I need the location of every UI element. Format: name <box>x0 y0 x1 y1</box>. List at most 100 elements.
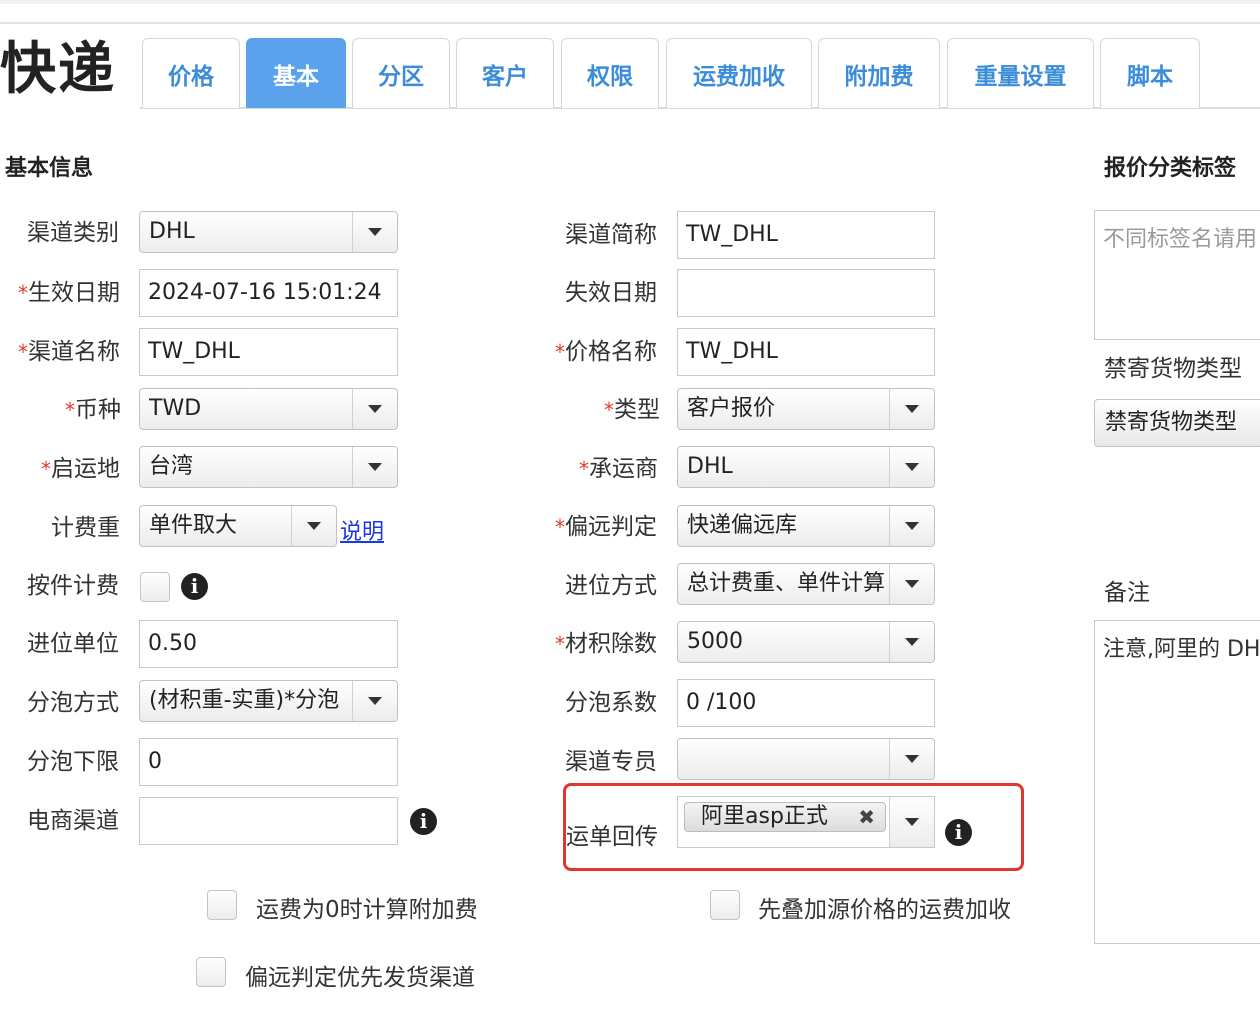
chevron-down-icon <box>291 506 336 546</box>
page-title: 快递 <box>0 37 116 102</box>
carrier-select[interactable]: DHL <box>677 446 935 488</box>
required-mark: * <box>555 340 565 364</box>
stack-source-price-label: 先叠加源价格的运费加收 <box>758 897 1011 923</box>
bubble-method-select[interactable]: (材积重-实重)*分泡 <box>139 680 398 722</box>
rounding-unit-input[interactable]: 0.50 <box>139 620 398 668</box>
required-mark: * <box>555 515 565 539</box>
channel-type-select[interactable]: DHL <box>139 211 398 253</box>
expiry-date-input[interactable] <box>677 269 935 317</box>
surcharge-when-zero-label: 运费为0时计算附加费 <box>256 897 478 923</box>
tab-freight-surcharge[interactable]: 运费加收 <box>666 38 812 108</box>
chevron-down-icon <box>889 389 934 429</box>
type-label: *类型 <box>604 395 660 425</box>
tab-customer[interactable]: 客户 <box>456 38 554 108</box>
tab-script[interactable]: 脚本 <box>1100 38 1200 108</box>
waybill-return-multiselect[interactable]: 阿里asp正式 ✖ <box>677 796 935 848</box>
channel-short-name-label: 渠道简称 <box>565 222 657 248</box>
chevron-down-icon <box>352 389 397 429</box>
channel-name-label: *渠道名称 <box>18 337 120 367</box>
forbidden-goods-select[interactable]: 禁寄货物类型 <box>1094 399 1260 447</box>
effective-date-input[interactable]: 2024-07-16 15:01:24 <box>139 269 398 317</box>
channel-name-input[interactable]: TW_DHL <box>139 328 398 376</box>
origin-label: *启运地 <box>41 454 120 484</box>
volume-divisor-label-text: 材积除数 <box>565 631 657 657</box>
chevron-down-icon <box>889 447 934 487</box>
required-mark: * <box>18 340 28 364</box>
per-piece-billing-checkbox[interactable] <box>140 572 170 602</box>
bubble-coefficient-label: 分泡系数 <box>565 690 657 716</box>
bubble-coefficient-input[interactable]: 0 /100 <box>677 679 935 727</box>
volume-divisor-select[interactable]: 5000 <box>677 621 935 663</box>
channel-short-name-input[interactable]: TW_DHL <box>677 211 935 259</box>
tab-basic[interactable]: 基本 <box>246 38 346 108</box>
carrier-label-text: 承运商 <box>589 456 658 482</box>
billing-weight-label: 计费重 <box>51 515 120 541</box>
remote-priority-label: 偏远判定优先发货渠道 <box>245 965 475 991</box>
required-mark: * <box>18 281 28 305</box>
effective-date-label-text: 生效日期 <box>28 280 120 306</box>
tab-permission[interactable]: 权限 <box>561 38 659 108</box>
chevron-down-icon <box>889 739 934 779</box>
basic-info-title: 基本信息 <box>5 156 94 181</box>
quote-tags-textarea[interactable]: 不同标签名请用 <box>1094 210 1260 340</box>
channel-name-label-text: 渠道名称 <box>28 339 120 365</box>
remote-priority-checkbox[interactable] <box>196 957 226 987</box>
rounding-method-select[interactable]: 总计费重、单件计算 <box>677 563 935 605</box>
channel-specialist-select[interactable] <box>677 738 935 780</box>
close-icon[interactable]: ✖ <box>858 803 875 831</box>
chevron-down-icon <box>889 622 934 662</box>
surcharge-when-zero-checkbox[interactable] <box>207 890 237 920</box>
chevron-down-icon[interactable] <box>889 797 934 847</box>
chevron-down-icon <box>352 681 397 721</box>
remarks-textarea[interactable]: 注意,阿里的 DH <box>1094 620 1260 944</box>
tab-extra-fee[interactable]: 附加费 <box>818 38 940 108</box>
remarks-value: 注意,阿里的 DH <box>1103 637 1260 662</box>
per-piece-billing-label: 按件计费 <box>27 573 119 599</box>
remarks-label: 备注 <box>1104 580 1150 606</box>
info-icon[interactable]: i <box>945 819 972 846</box>
chevron-down-icon <box>889 506 934 546</box>
chevron-down-icon <box>889 564 934 604</box>
billing-weight-select[interactable]: 单件取大 <box>139 505 337 547</box>
chevron-down-icon <box>352 447 397 487</box>
info-icon[interactable]: i <box>181 573 208 600</box>
chevron-down-icon <box>352 212 397 252</box>
rounding-unit-label: 进位单位 <box>27 631 119 657</box>
tab-weight-settings[interactable]: 重量设置 <box>947 38 1094 108</box>
billing-weight-help-link[interactable]: 说明 <box>340 514 384 546</box>
price-name-input[interactable]: TW_DHL <box>677 328 935 376</box>
forbidden-goods-label: 禁寄货物类型 <box>1104 356 1242 382</box>
type-select[interactable]: 客户报价 <box>677 388 935 430</box>
remote-judgement-select[interactable]: 快递偏远库 <box>677 505 935 547</box>
origin-label-text: 启运地 <box>51 456 120 482</box>
tab-zone[interactable]: 分区 <box>352 38 450 108</box>
volume-divisor-label: *材积除数 <box>555 629 657 659</box>
tab-price[interactable]: 价格 <box>142 38 240 108</box>
origin-select[interactable]: 台湾 <box>139 446 398 488</box>
required-mark: * <box>604 398 614 422</box>
ecommerce-channel-input[interactable] <box>139 797 398 845</box>
top-bar <box>0 0 1260 4</box>
waybill-return-tag-label: 阿里asp正式 <box>701 804 828 829</box>
currency-select[interactable]: TWD <box>139 388 398 430</box>
channel-specialist-label: 渠道专员 <box>565 749 657 775</box>
bubble-lower-limit-input[interactable]: 0 <box>139 738 398 786</box>
rounding-method-label: 进位方式 <box>565 573 657 599</box>
waybill-return-label: 运单回传 <box>566 824 658 850</box>
required-mark: * <box>65 398 75 422</box>
quote-tags-title: 报价分类标签 <box>1104 156 1237 181</box>
currency-label: *币种 <box>65 395 121 425</box>
channel-type-label: 渠道类别 <box>27 220 119 246</box>
stack-source-price-checkbox[interactable] <box>710 890 740 920</box>
remote-judgement-label-text: 偏远判定 <box>565 514 657 540</box>
top-divider <box>0 22 1260 24</box>
required-mark: * <box>555 632 565 656</box>
waybill-return-tag: 阿里asp正式 ✖ <box>684 802 886 832</box>
type-label-text: 类型 <box>614 397 660 423</box>
currency-label-text: 币种 <box>75 397 121 423</box>
bubble-lower-limit-label: 分泡下限 <box>27 749 119 775</box>
info-icon[interactable]: i <box>410 808 437 835</box>
required-mark: * <box>41 457 51 481</box>
bubble-method-label: 分泡方式 <box>27 690 119 716</box>
remote-judgement-label: *偏远判定 <box>555 512 657 542</box>
